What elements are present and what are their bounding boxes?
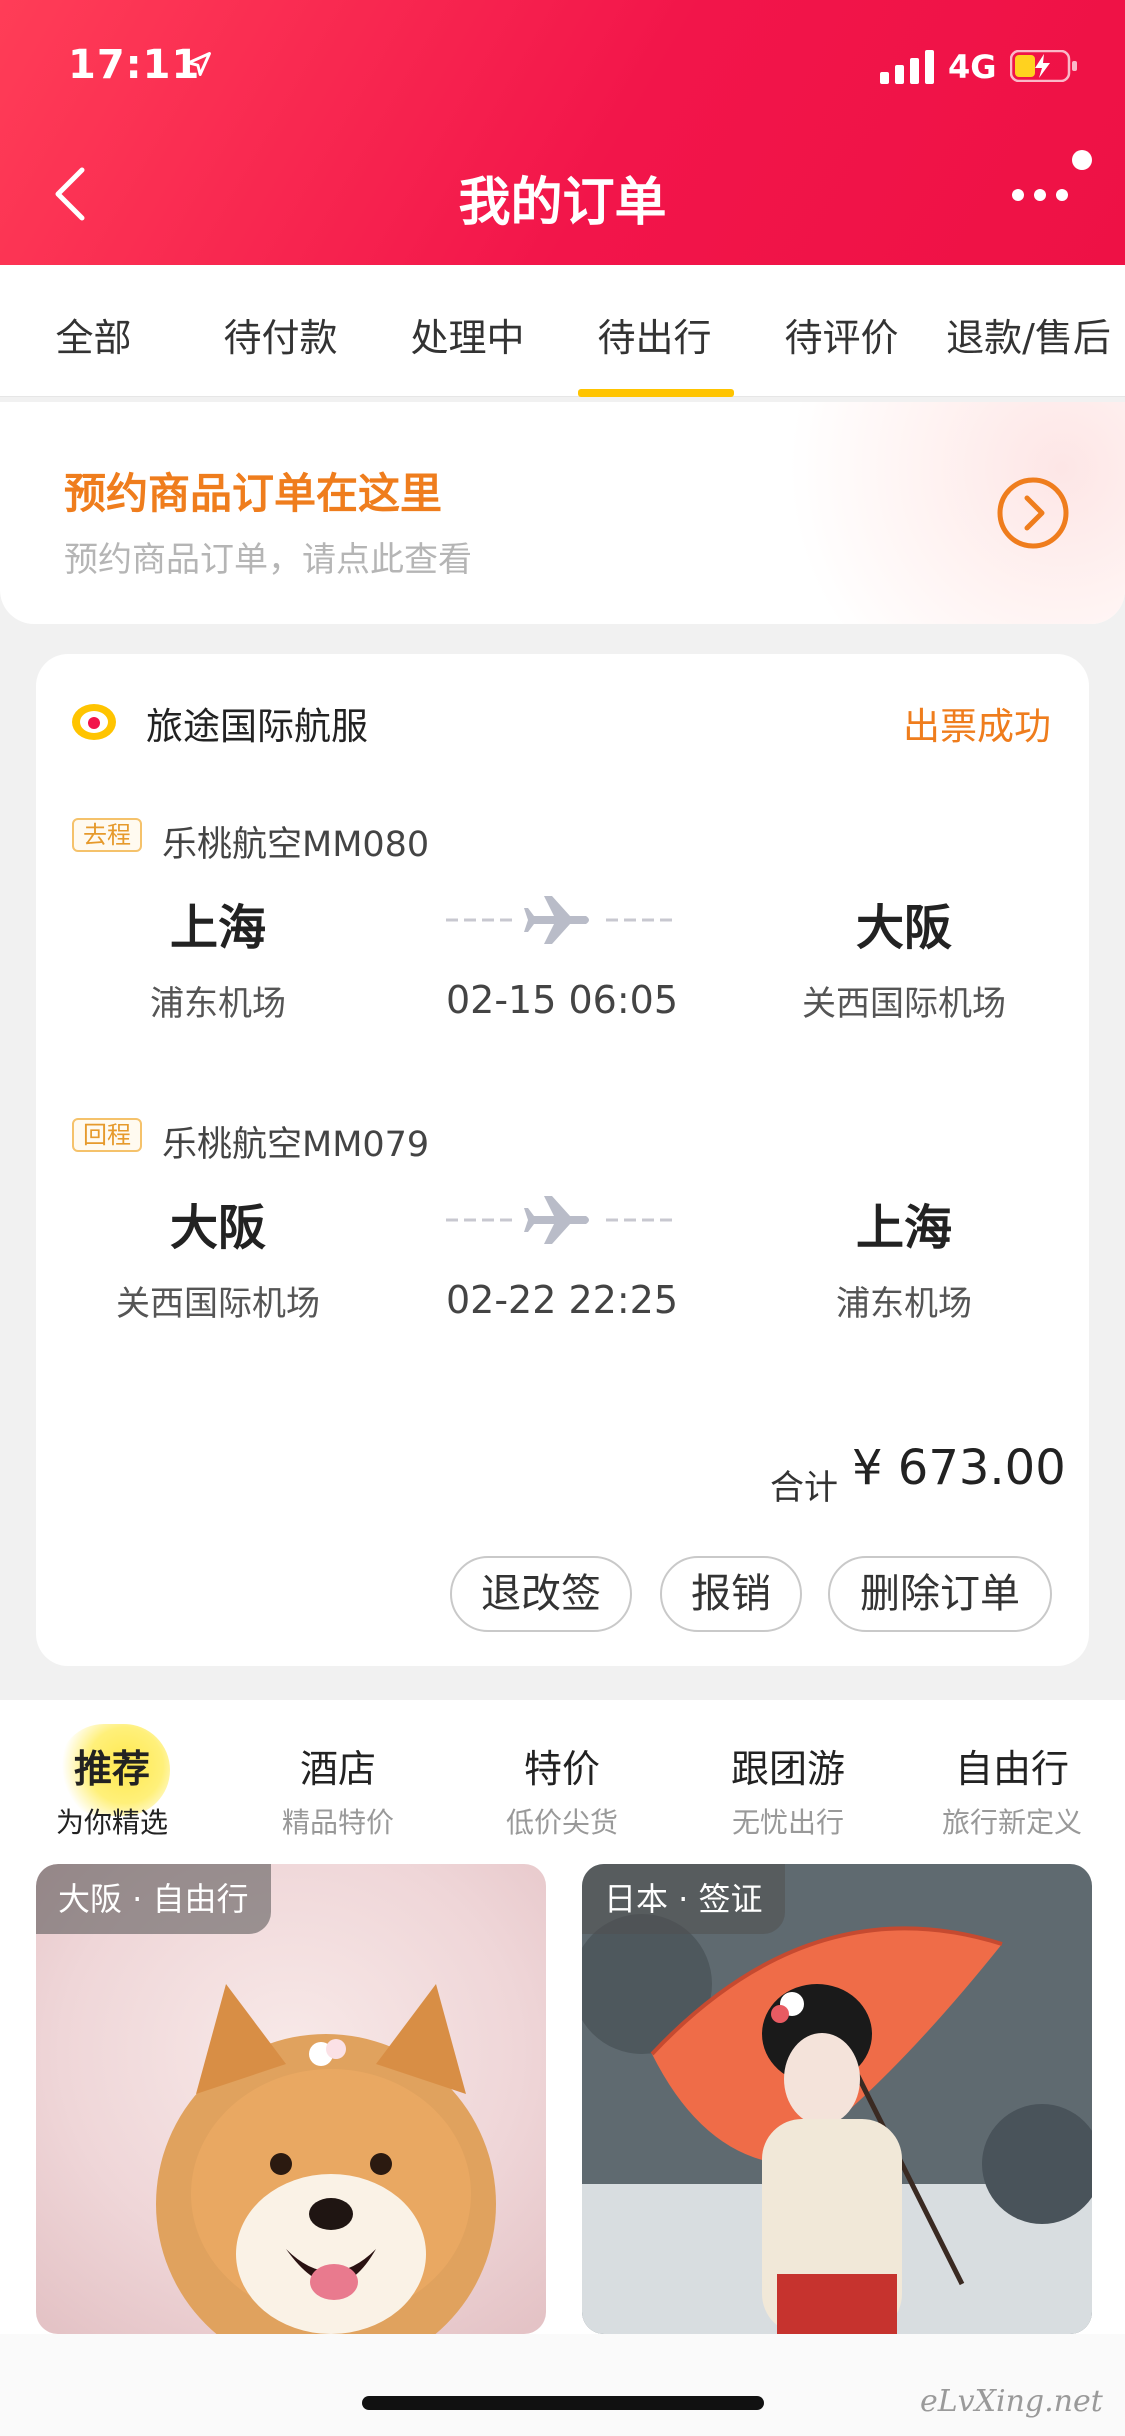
rec-tab-recommended[interactable]: 推荐 为你精选 bbox=[22, 1738, 202, 1841]
order-status: 出票成功 bbox=[903, 705, 1051, 748]
booking-banner[interactable]: 预约商品订单在这里 预约商品订单，请点此查看 bbox=[0, 402, 1125, 624]
rec-tab-subtitle: 低价尖货 bbox=[505, 1806, 618, 1839]
rec-tab-free-travel[interactable]: 自由行 旅行新定义 bbox=[922, 1738, 1102, 1841]
change-ticket-button[interactable]: 退改签 bbox=[450, 1556, 632, 1632]
tab-all[interactable]: 全部 bbox=[0, 307, 187, 362]
return-to-airport: 浦东机场 bbox=[836, 1284, 972, 1324]
location-arrow-icon bbox=[187, 52, 211, 76]
shop-logo-icon bbox=[72, 704, 116, 740]
airplane-icon bbox=[446, 1196, 678, 1244]
rec-tab-subtitle: 旅行新定义 bbox=[941, 1806, 1082, 1839]
tab-pending-review[interactable]: 待评价 bbox=[748, 307, 935, 362]
rec-tab-title: 推荐 bbox=[73, 1747, 150, 1791]
return-tag: 回程 bbox=[72, 1118, 142, 1152]
chevron-right-circle-icon[interactable] bbox=[996, 476, 1070, 550]
rec-tab-group-tour[interactable]: 跟团游 无忧出行 bbox=[698, 1738, 878, 1841]
rec-tab-subtitle: 精品特价 bbox=[281, 1806, 394, 1839]
return-flight-number: 乐桃航空MM079 bbox=[162, 1125, 430, 1165]
notification-dot bbox=[1072, 150, 1092, 170]
page-title: 我的订单 bbox=[458, 173, 667, 233]
banner-subtitle: 预约商品订单，请点此查看 bbox=[64, 540, 472, 580]
tab-upcoming-trip[interactable]: 待出行 bbox=[561, 307, 748, 362]
reimburse-button[interactable]: 报销 bbox=[660, 1556, 802, 1632]
active-tab-indicator bbox=[578, 389, 734, 397]
rec-tab-subtitle: 无忧出行 bbox=[731, 1806, 844, 1839]
product-label: 大阪 · 自由行 bbox=[36, 1864, 271, 1934]
rec-tab-title: 酒店 bbox=[299, 1747, 376, 1791]
home-indicator[interactable] bbox=[362, 2396, 764, 2410]
shop-name[interactable]: 旅途国际航服 bbox=[146, 696, 368, 750]
watermark: eLvXing.net bbox=[920, 2384, 1103, 2419]
product-label: 日本 · 签证 bbox=[582, 1864, 785, 1934]
airplane-icon bbox=[446, 896, 678, 944]
delete-order-button[interactable]: 删除订单 bbox=[828, 1556, 1052, 1632]
rec-tab-subtitle: 为你精选 bbox=[55, 1806, 168, 1839]
signal-icon bbox=[880, 50, 934, 84]
battery-icon bbox=[1010, 50, 1077, 82]
rec-tab-title: 特价 bbox=[523, 1747, 600, 1791]
outbound-from-city: 上海 bbox=[169, 900, 266, 956]
rec-tab-hotel[interactable]: 酒店 精品特价 bbox=[248, 1738, 428, 1841]
product-card-osaka[interactable]: 大阪 · 自由行 bbox=[36, 1864, 546, 2334]
tab-processing[interactable]: 处理中 bbox=[374, 307, 561, 362]
tab-refund[interactable]: 退款/售后 bbox=[935, 307, 1122, 362]
rec-tab-title: 跟团游 bbox=[730, 1747, 845, 1791]
outbound-to-city: 大阪 bbox=[855, 900, 952, 956]
outbound-flight-number: 乐桃航空MM080 bbox=[162, 825, 430, 865]
outbound-datetime: 02-15 06:05 bbox=[445, 978, 678, 1022]
more-menu-icon[interactable] bbox=[1010, 180, 1070, 210]
total-price: ¥ 673.00 bbox=[852, 1440, 1066, 1496]
outbound-from-airport: 浦东机场 bbox=[150, 984, 286, 1024]
shiba-dog-image bbox=[36, 1864, 546, 2334]
banner-title: 预约商品订单在这里 bbox=[64, 469, 443, 518]
product-card-japan-visa[interactable]: 日本 · 签证 bbox=[582, 1864, 1092, 2334]
rec-tab-deals[interactable]: 特价 低价尖货 bbox=[472, 1738, 652, 1841]
return-from-airport: 关西国际机场 bbox=[116, 1284, 320, 1324]
kimono-umbrella-image bbox=[582, 1864, 1092, 2334]
header-bar: 17:11 4G 我的订单 bbox=[0, 0, 1125, 265]
tab-pending-payment[interactable]: 待付款 bbox=[187, 307, 374, 362]
status-time: 17:11 bbox=[68, 42, 201, 88]
return-datetime: 02-22 22:25 bbox=[445, 1278, 678, 1322]
network-type: 4G bbox=[948, 48, 997, 86]
return-from-city: 大阪 bbox=[169, 1200, 266, 1256]
total-label: 合计 bbox=[770, 1468, 838, 1508]
outbound-to-airport: 关西国际机场 bbox=[802, 984, 1006, 1024]
rec-tab-title: 自由行 bbox=[954, 1747, 1069, 1791]
order-tabs: 全部 待付款 处理中 待出行 待评价 退款/售后 bbox=[0, 265, 1125, 397]
outbound-tag: 去程 bbox=[72, 818, 142, 852]
return-to-city: 上海 bbox=[855, 1200, 952, 1256]
